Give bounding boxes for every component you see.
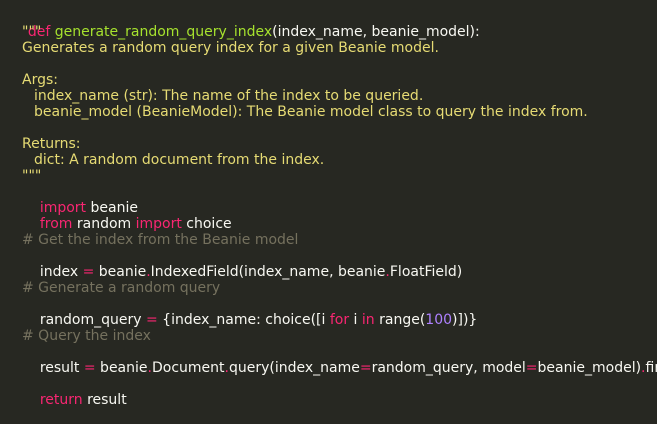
keyword-return: return bbox=[39, 392, 83, 408]
code-line-1: def generate_random_query_index(index_na… bbox=[10, 8, 657, 40]
comment-query-index: # Query the index bbox=[22, 328, 151, 344]
comment-generate-query: # Generate a random query bbox=[22, 280, 221, 296]
code-line-result-assign: result = beanie.Document.query(index_nam… bbox=[39, 360, 657, 376]
code-editor[interactable]: def generate_random_query_index(index_na… bbox=[0, 0, 657, 408]
docstring-args-heading: Args: bbox=[22, 72, 58, 88]
docstring-returns-heading: Returns: bbox=[22, 136, 81, 152]
code-line-return: return result bbox=[39, 392, 127, 408]
docstring-summary: Generates a random query index for a giv… bbox=[22, 40, 439, 56]
code-line-import: import beanie bbox=[39, 200, 138, 216]
code-line-index-assign: index = beanie.IndexedField(index_name, … bbox=[39, 264, 463, 280]
keyword-for: for bbox=[329, 312, 350, 328]
docstring-close: """ bbox=[22, 168, 42, 184]
keyword-in: in bbox=[361, 312, 375, 328]
comment-get-index: # Get the index from the Beanie model bbox=[22, 232, 299, 248]
docstring-returns-desc: dict: A random document from the index. bbox=[34, 152, 325, 168]
docstring-arg-beanie-model: beanie_model (BeanieModel): The Beanie m… bbox=[34, 104, 588, 120]
function-params: (index_name, beanie_model): bbox=[272, 24, 480, 40]
function-name: generate_random_query_index bbox=[54, 24, 273, 40]
number-literal: 100 bbox=[425, 312, 453, 328]
keyword-import: import bbox=[135, 216, 182, 232]
code-line-random-query: random_query = {index_name: choice([i fo… bbox=[39, 312, 478, 328]
keyword-from: from bbox=[39, 216, 73, 232]
keyword-import: import bbox=[39, 200, 87, 216]
docstring-arg-index-name: index_name (str): The name of the index … bbox=[34, 88, 424, 104]
